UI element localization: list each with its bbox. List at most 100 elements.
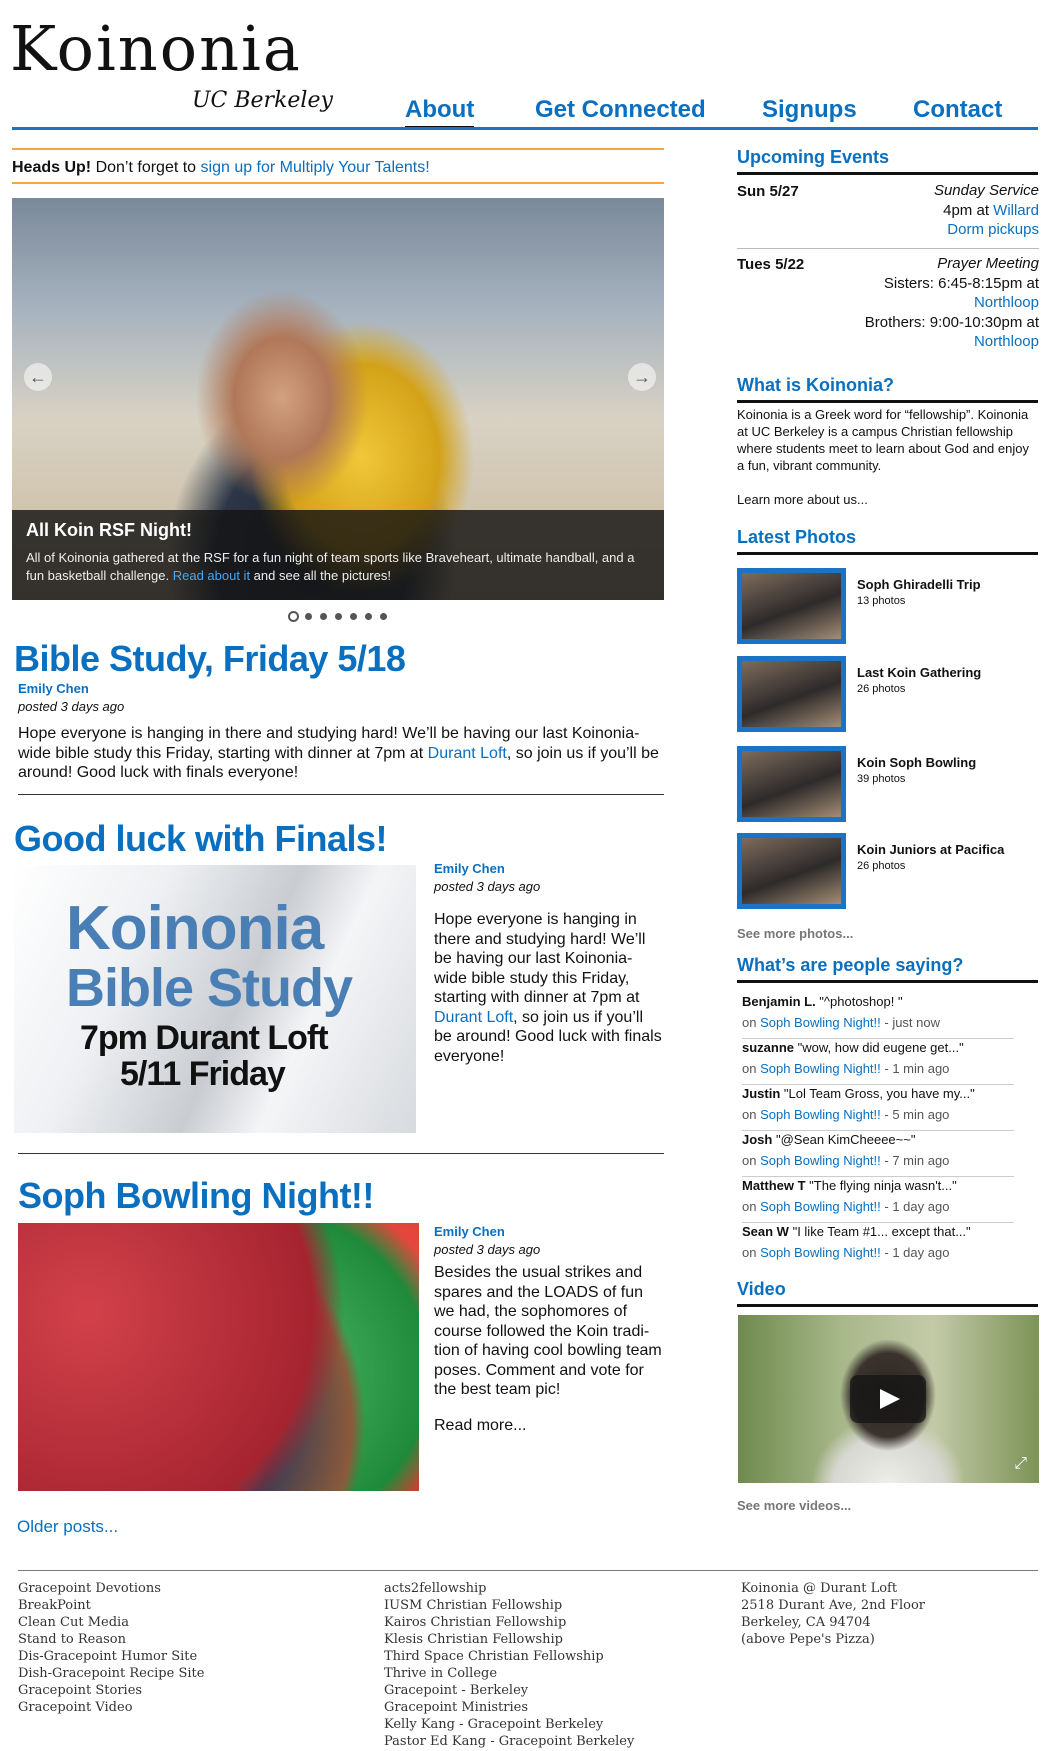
nav-get-connected[interactable]: Get Connected bbox=[535, 96, 706, 124]
slider-dot[interactable] bbox=[380, 613, 387, 620]
slider-next-arrow-icon[interactable]: → bbox=[628, 363, 656, 391]
photo-album-thumbnail[interactable] bbox=[737, 746, 846, 822]
dorm-pickups-link[interactable]: Dorm pickups bbox=[838, 220, 1039, 240]
slider-dot[interactable] bbox=[288, 611, 299, 622]
willard-link[interactable]: Willard bbox=[993, 202, 1039, 219]
slider-dot[interactable] bbox=[335, 613, 342, 620]
comment-post-link[interactable]: Soph Bowling Night!! bbox=[760, 1245, 881, 1260]
post-author[interactable]: Emily Chen bbox=[18, 681, 89, 696]
northloop-link[interactable]: Northloop bbox=[808, 332, 1039, 352]
brothers-time: Brothers: 9:00-10:30pm at bbox=[864, 313, 1039, 331]
footer-link[interactable]: Third Space Christian Fellowship bbox=[384, 1648, 634, 1665]
photo-album-title[interactable]: Soph Ghiradelli Trip bbox=[857, 577, 981, 592]
slider-dot[interactable] bbox=[320, 613, 327, 620]
comment-post-link[interactable]: Soph Bowling Night!! bbox=[760, 1153, 881, 1168]
post-body: Besides the usual strikes and spares and… bbox=[434, 1264, 662, 1398]
footer-link[interactable]: BreakPoint bbox=[18, 1597, 204, 1614]
read-more-link[interactable]: Read more... bbox=[434, 1416, 526, 1436]
photo-album-count: 26 photos bbox=[857, 683, 906, 695]
comment-text: "Lol Team Gross, you have my..." bbox=[780, 1086, 975, 1101]
comment-text: "I like Team #1... except that..." bbox=[788, 1224, 971, 1239]
comment-text: "The flying ninja wasn't..." bbox=[805, 1178, 957, 1193]
heads-up-link[interactable]: sign up for Multiply Your Talents! bbox=[201, 159, 430, 176]
see-more-videos-link[interactable]: See more videos... bbox=[737, 1497, 851, 1514]
comment-post-link[interactable]: Soph Bowling Night!! bbox=[760, 1061, 881, 1076]
post-divider bbox=[18, 794, 664, 795]
northloop-link[interactable]: Northloop bbox=[808, 293, 1039, 313]
comment-author[interactable]: Josh bbox=[742, 1132, 772, 1147]
footer-link[interactable]: Clean Cut Media bbox=[18, 1614, 204, 1631]
post-author[interactable]: Emily Chen bbox=[434, 861, 505, 876]
post-title[interactable]: Good luck with Finals! bbox=[14, 818, 388, 860]
footer-link[interactable]: Dis-Gracepoint Humor Site bbox=[18, 1648, 204, 1665]
see-more-photos-link[interactable]: See more photos... bbox=[737, 925, 853, 942]
comment-author[interactable]: Justin bbox=[742, 1086, 780, 1101]
older-posts-link[interactable]: Older posts... bbox=[17, 1517, 118, 1537]
logo-wordmark: Koinonia bbox=[10, 12, 302, 85]
footer-address-line: 2518 Durant Ave, 2nd Floor bbox=[741, 1598, 926, 1613]
play-button-icon[interactable] bbox=[850, 1375, 926, 1423]
comment-post-link[interactable]: Soph Bowling Night!! bbox=[760, 1107, 881, 1122]
photo-album-thumbnail[interactable] bbox=[737, 656, 846, 732]
comment-post-link[interactable]: Soph Bowling Night!! bbox=[760, 1015, 881, 1030]
durant-loft-link[interactable]: Durant Loft bbox=[434, 1009, 513, 1026]
nav-contact[interactable]: Contact bbox=[913, 96, 1002, 124]
footer-link[interactable]: Gracepoint Ministries bbox=[384, 1699, 634, 1716]
footer-link[interactable]: IUSM Christian Fellowship bbox=[384, 1597, 634, 1614]
slider-read-link[interactable]: Read about it bbox=[173, 568, 250, 583]
footer-link[interactable]: Stand to Reason bbox=[18, 1631, 204, 1648]
footer-link[interactable]: Kairos Christian Fellowship bbox=[384, 1614, 634, 1631]
comment-post-link[interactable]: Soph Bowling Night!! bbox=[760, 1199, 881, 1214]
photo-album-thumbnail[interactable] bbox=[737, 568, 846, 644]
post-body: Hope everyone is hanging in there and st… bbox=[434, 911, 662, 1065]
flyer-line: Bible Study bbox=[66, 958, 353, 1018]
comment-author[interactable]: Benjamin L. bbox=[742, 994, 816, 1009]
footer-link[interactable]: Gracepoint Stories bbox=[18, 1682, 204, 1699]
bible-study-flyer-image[interactable]: Koinonia Bible Study 7pm Durant Loft 5/1… bbox=[14, 865, 416, 1133]
footer-link[interactable]: Pastor Ed Kang - Gracepoint Berkeley bbox=[384, 1733, 634, 1750]
footer-link[interactable]: Thrive in College bbox=[384, 1665, 634, 1682]
photo-album-title[interactable]: Last Koin Gathering bbox=[857, 665, 981, 680]
photo-album-title[interactable]: Koin Soph Bowling bbox=[857, 755, 976, 770]
heads-up-banner: Heads Up! Don’t forget to sign up for Mu… bbox=[12, 148, 664, 184]
post-title[interactable]: Bible Study, Friday 5/18 bbox=[14, 638, 406, 680]
event-date: Tues 5/22 bbox=[737, 256, 805, 273]
video-player[interactable]: ⤢ bbox=[738, 1315, 1039, 1483]
bowling-balls-image[interactable] bbox=[18, 1223, 419, 1491]
header-divider bbox=[12, 127, 1038, 130]
slider-dot[interactable] bbox=[350, 613, 357, 620]
comment-author[interactable]: suzanne bbox=[742, 1040, 794, 1055]
heads-up-label: Heads Up! bbox=[12, 159, 92, 176]
footer-link[interactable]: Klesis Christian Fellowship bbox=[384, 1631, 634, 1648]
photo-album-count: 26 photos bbox=[857, 860, 906, 872]
main-nav: About Get Connected Signups Contact bbox=[405, 96, 1045, 130]
footer-link[interactable]: Dish-Gracepoint Recipe Site bbox=[18, 1665, 204, 1682]
post-body: Hope everyone is hanging in there and st… bbox=[18, 725, 659, 781]
slider-prev-arrow-icon[interactable]: ← bbox=[24, 363, 52, 391]
slider-dot[interactable] bbox=[305, 613, 312, 620]
post-title[interactable]: Soph Bowling Night!! bbox=[18, 1175, 374, 1217]
comment-item: Sean W "I like Team #1... except that...… bbox=[742, 1224, 971, 1260]
comment-author[interactable]: Matthew T bbox=[742, 1178, 806, 1193]
durant-loft-link[interactable]: Durant Loft bbox=[428, 745, 507, 762]
footer-link[interactable]: Gracepoint - Berkeley bbox=[384, 1682, 634, 1699]
photo-album-title[interactable]: Koin Juniors at Pacifica bbox=[857, 842, 1004, 857]
comment-author[interactable]: Sean W bbox=[742, 1224, 789, 1239]
photo-album-thumbnail[interactable] bbox=[737, 833, 846, 909]
footer-link[interactable]: Gracepoint Video bbox=[18, 1699, 204, 1716]
learn-more-link[interactable]: Learn more about us... bbox=[737, 491, 868, 508]
event-divider bbox=[737, 248, 1039, 249]
flyer-line: Koinonia bbox=[66, 894, 324, 963]
post-date: posted 3 days ago bbox=[18, 699, 125, 714]
what-is-koinonia-heading: What is Koinonia? bbox=[737, 375, 1038, 403]
nav-signups[interactable]: Signups bbox=[762, 96, 857, 124]
post-author[interactable]: Emily Chen bbox=[434, 1224, 505, 1239]
footer-link[interactable]: Kelly Kang - Gracepoint Berkeley bbox=[384, 1716, 634, 1733]
footer-link[interactable]: Gracepoint Devotions bbox=[18, 1580, 204, 1597]
slider-dot[interactable] bbox=[365, 613, 372, 620]
event-name: Sunday Service bbox=[933, 182, 1039, 199]
site-logo[interactable]: Koinonia UC Berkeley bbox=[10, 12, 340, 122]
footer-link[interactable]: acts2fellowship bbox=[384, 1580, 634, 1597]
nav-about[interactable]: About bbox=[405, 96, 475, 129]
fullscreen-icon[interactable]: ⤢ bbox=[1014, 1455, 1027, 1473]
